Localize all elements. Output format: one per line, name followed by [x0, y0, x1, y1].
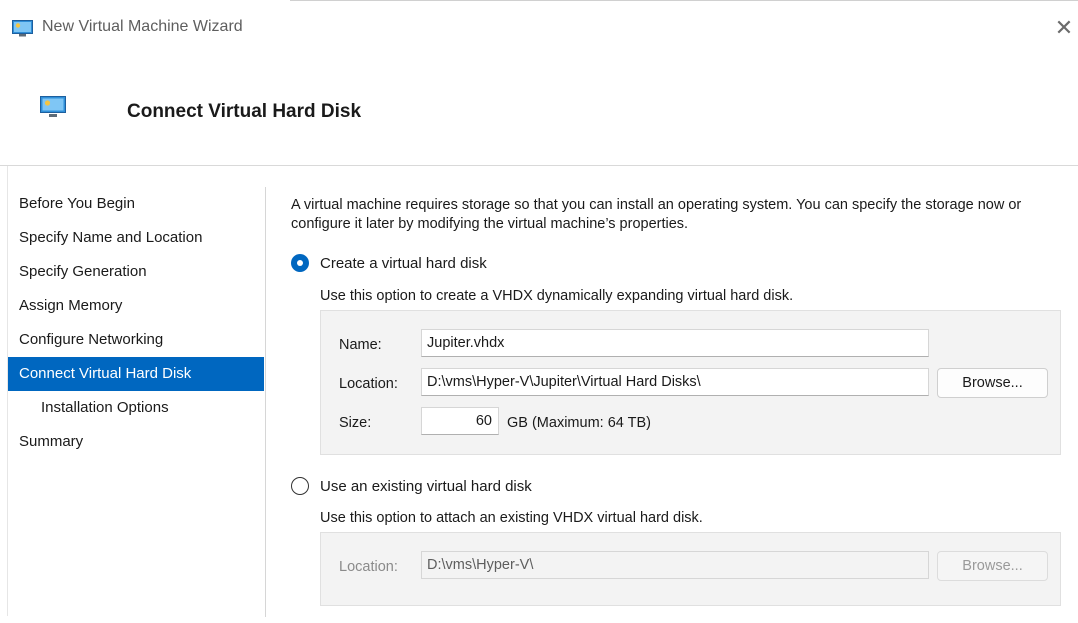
virtual-machine-icon	[12, 20, 33, 37]
nav-item-installation-options[interactable]: Installation Options	[8, 391, 264, 425]
nav-item-specify-generation[interactable]: Specify Generation	[8, 255, 264, 289]
wizard-steps-nav: Before You Begin Specify Name and Locati…	[8, 187, 264, 459]
existing-disk-option[interactable]: Use an existing virtual hard disk	[291, 475, 532, 497]
existing-location-label: Location:	[339, 559, 398, 575]
create-disk-description: Use this option to create a VHDX dynamic…	[320, 288, 794, 304]
page-title: Connect Virtual Hard Disk	[127, 101, 362, 122]
nav-item-assign-memory[interactable]: Assign Memory	[8, 289, 264, 323]
existing-disk-description: Use this option to attach an existing VH…	[320, 510, 703, 526]
intro-text: A virtual machine requires storage so th…	[291, 197, 1022, 232]
create-disk-option[interactable]: Create a virtual hard disk	[291, 252, 487, 274]
name-label: Name:	[339, 337, 382, 353]
create-disk-group: Name: Jupiter.vhdx Location: D:\vms\Hype…	[320, 310, 1061, 455]
wizard-header: Connect Virtual Hard Disk	[0, 60, 1078, 166]
browse-button[interactable]: Browse...	[937, 368, 1048, 398]
close-icon[interactable]: ✕	[1050, 14, 1078, 42]
top-edge-line	[290, 0, 1078, 1]
nav-item-connect-virtual-hard-disk[interactable]: Connect Virtual Hard Disk	[8, 357, 264, 391]
existing-disk-radio[interactable]	[291, 477, 309, 495]
top-strip	[0, 0, 1078, 6]
name-field[interactable]: Jupiter.vhdx	[421, 329, 929, 357]
content-pane: A virtual machine requires storage so th…	[291, 196, 1061, 606]
nav-item-before-you-begin[interactable]: Before You Begin	[8, 187, 264, 221]
existing-disk-group: Location: D:\vms\Hyper-V\ Browse...	[320, 532, 1061, 606]
nav-item-configure-networking[interactable]: Configure Networking	[8, 323, 264, 357]
location-field[interactable]: D:\vms\Hyper-V\Jupiter\Virtual Hard Disk…	[421, 368, 929, 396]
virtual-machine-icon	[40, 96, 66, 118]
size-unit-text: GB (Maximum: 64 TB)	[507, 415, 651, 431]
existing-browse-button[interactable]: Browse...	[937, 551, 1048, 581]
create-disk-label: Create a virtual hard disk	[320, 254, 487, 272]
existing-location-field[interactable]: D:\vms\Hyper-V\	[421, 551, 929, 579]
size-field[interactable]: 60	[421, 407, 499, 435]
title-bar: New Virtual Machine Wizard ✕	[0, 8, 1078, 50]
nav-item-summary[interactable]: Summary	[8, 425, 264, 459]
nav-divider	[265, 187, 266, 617]
existing-disk-label: Use an existing virtual hard disk	[320, 477, 532, 495]
create-disk-radio[interactable]	[291, 254, 309, 272]
location-label: Location:	[339, 376, 398, 392]
size-label: Size:	[339, 415, 372, 431]
window-title: New Virtual Machine Wizard	[42, 18, 243, 35]
nav-item-specify-name-and-location[interactable]: Specify Name and Location	[8, 221, 264, 255]
